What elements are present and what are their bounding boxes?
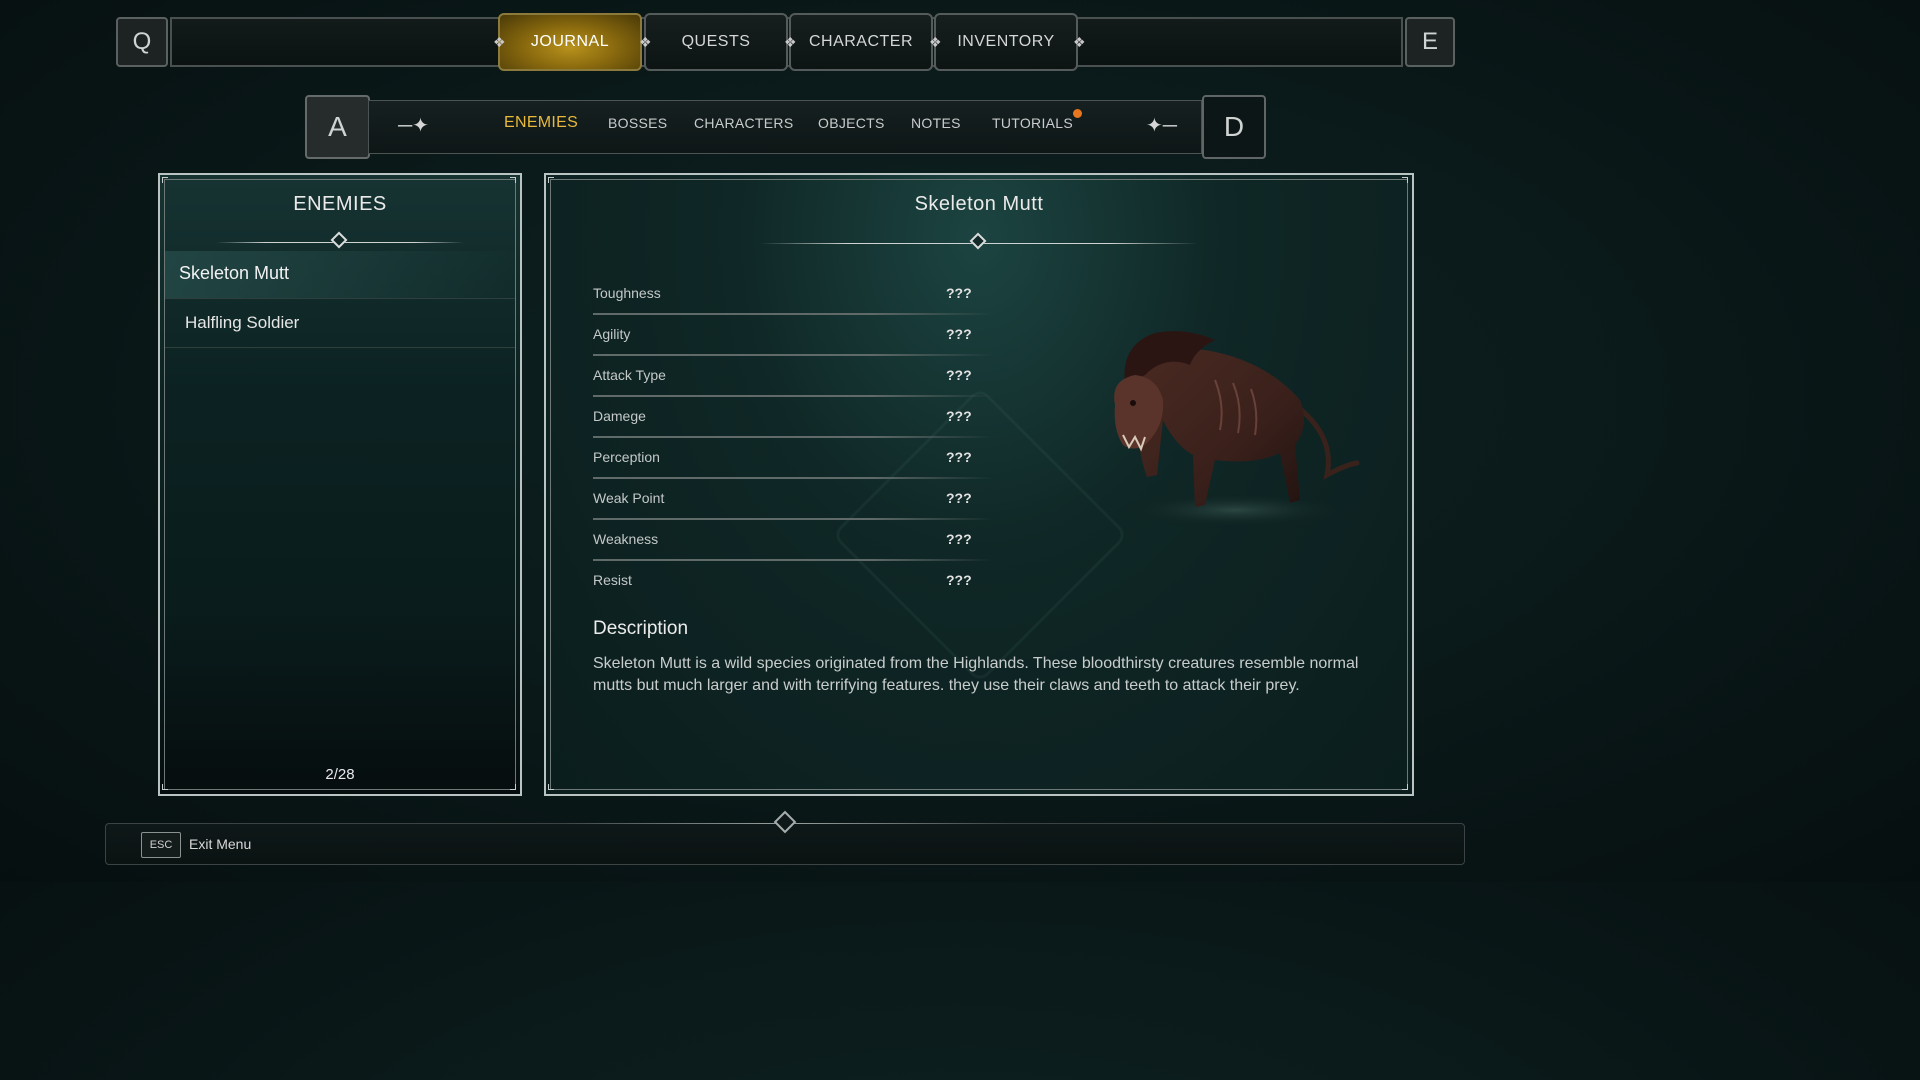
stat-value: ???	[946, 531, 972, 547]
stat-label: Weakness	[593, 531, 659, 547]
tab-separator-ornament: ❖	[1073, 34, 1086, 50]
stat-value: ???	[946, 367, 972, 383]
exit-menu-button[interactable]: Exit Menu	[189, 836, 251, 852]
list-counter: 2/28	[325, 766, 355, 783]
stat-value: ???	[946, 572, 972, 588]
stat-value: ???	[946, 326, 972, 342]
stat-label: Perception	[593, 449, 660, 465]
tab-bosses[interactable]: BOSSES	[608, 115, 667, 139]
next-category-key[interactable]: D	[1202, 95, 1266, 159]
next-top-tab-key[interactable]: E	[1405, 17, 1455, 67]
stat-row: Weakness ???	[593, 523, 993, 564]
tab-character-label: CHARACTER	[808, 33, 914, 50]
tab-quests[interactable]: QUESTS	[644, 13, 788, 71]
enemy-name: Halfling Soldier	[185, 313, 300, 332]
stat-value: ???	[946, 490, 972, 506]
row-divider	[593, 436, 993, 438]
enemy-list-title: ENEMIES	[293, 193, 387, 215]
prev-category-key[interactable]: A	[305, 95, 370, 159]
tab-separator-ornament: ❖	[784, 34, 797, 50]
stat-value: ???	[946, 408, 972, 424]
stat-row: Perception ???	[593, 441, 993, 482]
key-label-a: A	[328, 111, 347, 142]
stat-label: Toughness	[593, 285, 661, 301]
stats-table: Toughness ??? Agility ??? Attack Type ??…	[593, 277, 993, 607]
row-divider	[593, 477, 993, 479]
row-divider	[593, 518, 993, 520]
stat-label: Damege	[593, 408, 646, 424]
tab-separator-ornament: ❖	[929, 34, 942, 50]
stat-value: ???	[946, 285, 972, 301]
stat-label: Agility	[593, 326, 631, 342]
stat-label: Weak Point	[593, 490, 665, 506]
prev-top-tab-key[interactable]: Q	[116, 17, 168, 67]
tab-notes[interactable]: NOTES	[911, 115, 961, 139]
esc-key[interactable]: ESC	[141, 832, 181, 858]
stat-value: ???	[946, 449, 972, 465]
stat-row: Weak Point ???	[593, 482, 993, 523]
stat-row: Agility ???	[593, 318, 993, 359]
description-text: Skeleton Mutt is a wild species originat…	[593, 655, 1359, 694]
tab-journal-label: JOURNAL	[530, 33, 610, 50]
tab-inventory-label: INVENTORY	[957, 33, 1055, 50]
esc-key-label: ESC	[149, 839, 173, 851]
corner-ornament	[1402, 784, 1408, 790]
compass-star-right-icon: ✦─	[1146, 115, 1177, 137]
stat-row: Resist ???	[593, 564, 993, 605]
row-divider	[593, 559, 993, 561]
corner-ornament	[1402, 177, 1408, 183]
stat-row: Damege ???	[593, 400, 993, 441]
notification-dot	[1073, 109, 1082, 118]
corner-ornament	[162, 177, 168, 183]
corner-ornament	[510, 784, 516, 790]
stat-label: Resist	[593, 572, 632, 588]
key-label-q: Q	[132, 28, 152, 55]
list-item[interactable]: Skeleton Mutt	[165, 251, 515, 298]
corner-ornament	[510, 177, 516, 183]
compass-star-left-icon: ─✦	[398, 115, 429, 137]
skeleton-mutt-illustration	[1114, 331, 1360, 528]
corner-ornament	[162, 784, 168, 790]
row-divider	[593, 354, 993, 356]
tab-enemies-label: ENEMIES	[504, 114, 579, 131]
tab-tutorials[interactable]: TUTORIALS	[992, 115, 1073, 139]
row-divider	[593, 395, 993, 397]
enemy-name: Skeleton Mutt	[179, 263, 290, 283]
tab-separator-ornament: ❖	[639, 34, 652, 50]
corner-ornament	[548, 784, 554, 790]
tab-enemies[interactable]: ENEMIES	[504, 114, 578, 138]
tab-objects[interactable]: OBJECTS	[818, 115, 885, 139]
tab-journal[interactable]: JOURNAL	[498, 13, 642, 71]
stat-row: Attack Type ???	[593, 359, 993, 400]
tab-characters-label: CHARACTERS	[694, 115, 794, 131]
list-item[interactable]: Halfling Soldier	[165, 299, 515, 347]
exit-menu-label: Exit Menu	[189, 836, 252, 852]
row-divider	[593, 313, 993, 315]
key-label-e: E	[1421, 28, 1438, 55]
key-label-d: D	[1223, 111, 1245, 142]
enemy-portrait	[1095, 325, 1375, 530]
stat-row: Toughness ???	[593, 277, 993, 318]
tab-characters[interactable]: CHARACTERS	[694, 115, 793, 139]
tab-objects-label: OBJECTS	[818, 115, 885, 131]
tab-inventory[interactable]: INVENTORY	[934, 13, 1078, 71]
row-divider	[165, 347, 515, 348]
tab-tutorials-label: TUTORIALS	[992, 115, 1074, 131]
enemy-detail-title: Skeleton Mutt	[914, 193, 1044, 215]
tab-notes-label: NOTES	[911, 115, 961, 131]
tab-bosses-label: BOSSES	[608, 115, 668, 131]
tab-character[interactable]: CHARACTER	[789, 13, 933, 71]
description-heading: Description	[593, 618, 689, 639]
stat-label: Attack Type	[593, 367, 666, 383]
corner-ornament	[548, 177, 554, 183]
tab-quests-label: QUESTS	[681, 33, 751, 50]
tab-separator-ornament: ❖	[493, 34, 506, 50]
